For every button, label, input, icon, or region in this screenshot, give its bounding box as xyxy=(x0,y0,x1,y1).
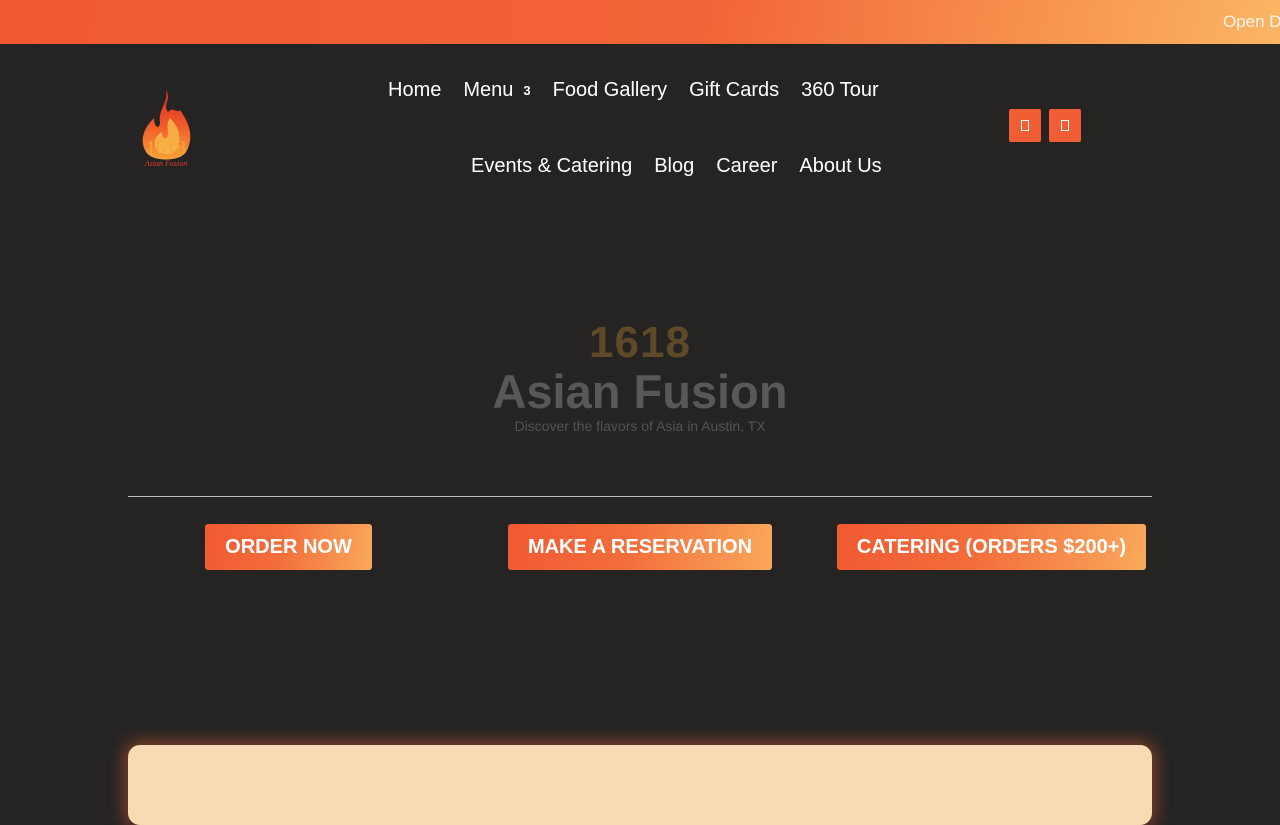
logo-number: 1618 xyxy=(146,137,186,159)
facebook-icon xyxy=(1021,120,1029,131)
announcement-bar: Open D xyxy=(0,0,1280,44)
nav-row-secondary: Events & Catering Blog Career About Us xyxy=(471,155,882,178)
content-card xyxy=(128,745,1152,825)
menu-dropdown-icon[interactable]: 3 xyxy=(523,83,530,98)
make-reservation-button[interactable]: MAKE A RESERVATION xyxy=(508,524,772,570)
instagram-icon xyxy=(1061,120,1069,131)
nav-link-menu[interactable]: Menu xyxy=(463,79,513,102)
order-now-button[interactable]: ORDER NOW xyxy=(205,524,372,570)
nav-link-home[interactable]: Home xyxy=(388,79,441,102)
facebook-button[interactable] xyxy=(1009,109,1041,142)
announcement-text: Open D xyxy=(1223,12,1280,31)
flame-logo-icon: 1618 Asian Fusion xyxy=(142,90,191,168)
nav-link-about-us[interactable]: About Us xyxy=(799,155,881,178)
logo-tagline: Asian Fusion xyxy=(144,159,187,168)
nav-item-menu[interactable]: Menu 3 xyxy=(463,79,530,102)
catering-button[interactable]: CATERING (ORDERS $200+) xyxy=(837,524,1146,570)
nav-row-primary: Home Menu 3 Food Gallery Gift Cards 360 … xyxy=(388,79,879,102)
hero-number: 1618 xyxy=(589,318,691,367)
nav-link-gift-cards[interactable]: Gift Cards xyxy=(689,79,779,102)
nav-link-events-catering[interactable]: Events & Catering xyxy=(471,155,632,178)
hero-subtitle: Discover the flavors of Asia in Austin, … xyxy=(514,418,766,434)
nav-link-career[interactable]: Career xyxy=(716,155,777,178)
nav-link-food-gallery[interactable]: Food Gallery xyxy=(553,79,668,102)
instagram-button[interactable] xyxy=(1049,109,1081,142)
nav-link-360-tour[interactable]: 360 Tour xyxy=(801,79,878,102)
section-divider xyxy=(128,496,1152,497)
nav-link-blog[interactable]: Blog xyxy=(654,155,694,178)
site-logo[interactable]: 1618 Asian Fusion xyxy=(136,88,196,170)
hero-title: Asian Fusion xyxy=(492,365,788,418)
